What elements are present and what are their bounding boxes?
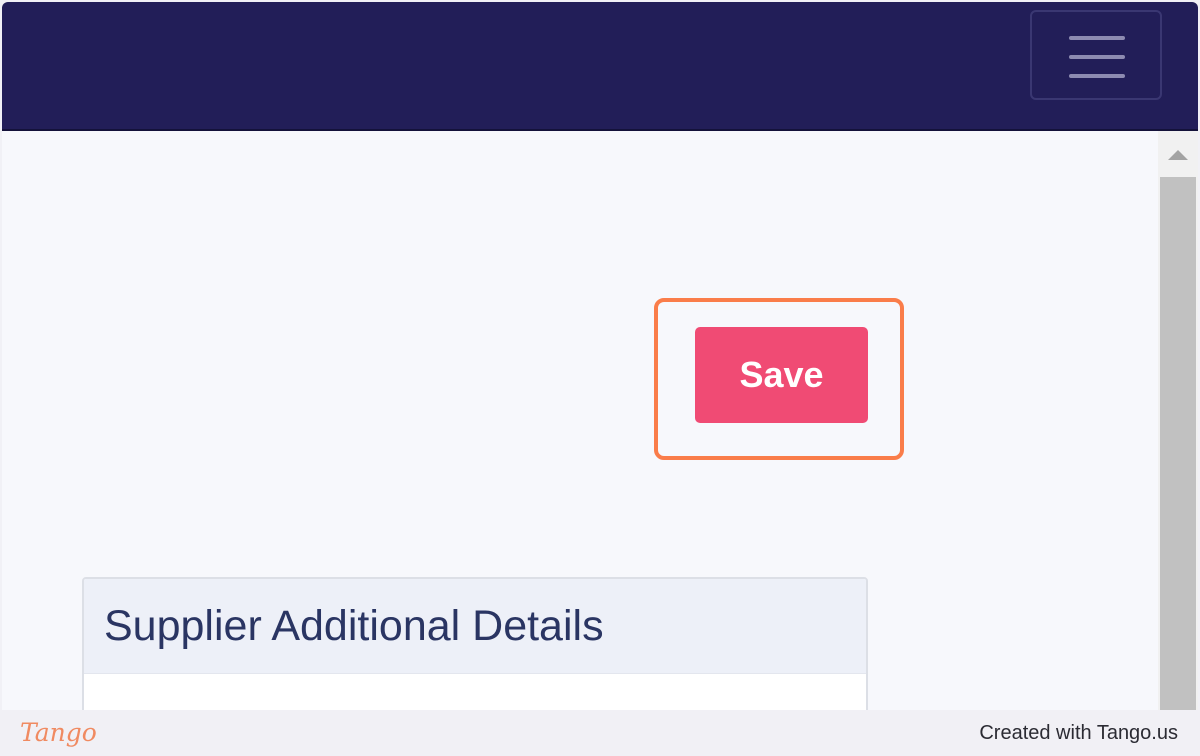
card-header: Supplier Additional Details [84, 579, 866, 674]
tango-logo: Tango [20, 718, 97, 747]
hamburger-menu-icon-bar [1069, 55, 1125, 59]
vertical-scrollbar[interactable] [1158, 131, 1198, 710]
scrollbar-thumb[interactable] [1160, 177, 1196, 710]
save-button[interactable]: Save [695, 327, 868, 423]
hamburger-menu-icon [1069, 36, 1125, 40]
card-title: Supplier Additional Details [104, 601, 604, 650]
menu-toggle-button[interactable] [1030, 10, 1162, 100]
tango-footer: Tango Created with Tango.us [0, 710, 1200, 756]
page-frame: Save Supplier Additional Details Tango C… [0, 0, 1200, 756]
supplier-additional-details-card: Supplier Additional Details [82, 577, 868, 710]
app-screen: Save Supplier Additional Details [2, 2, 1198, 710]
scroll-up-arrow-icon[interactable] [1158, 131, 1198, 176]
top-navbar [2, 2, 1198, 131]
footer-credit-link[interactable]: Created with Tango.us [979, 722, 1178, 745]
hamburger-menu-icon-bar [1069, 74, 1125, 78]
